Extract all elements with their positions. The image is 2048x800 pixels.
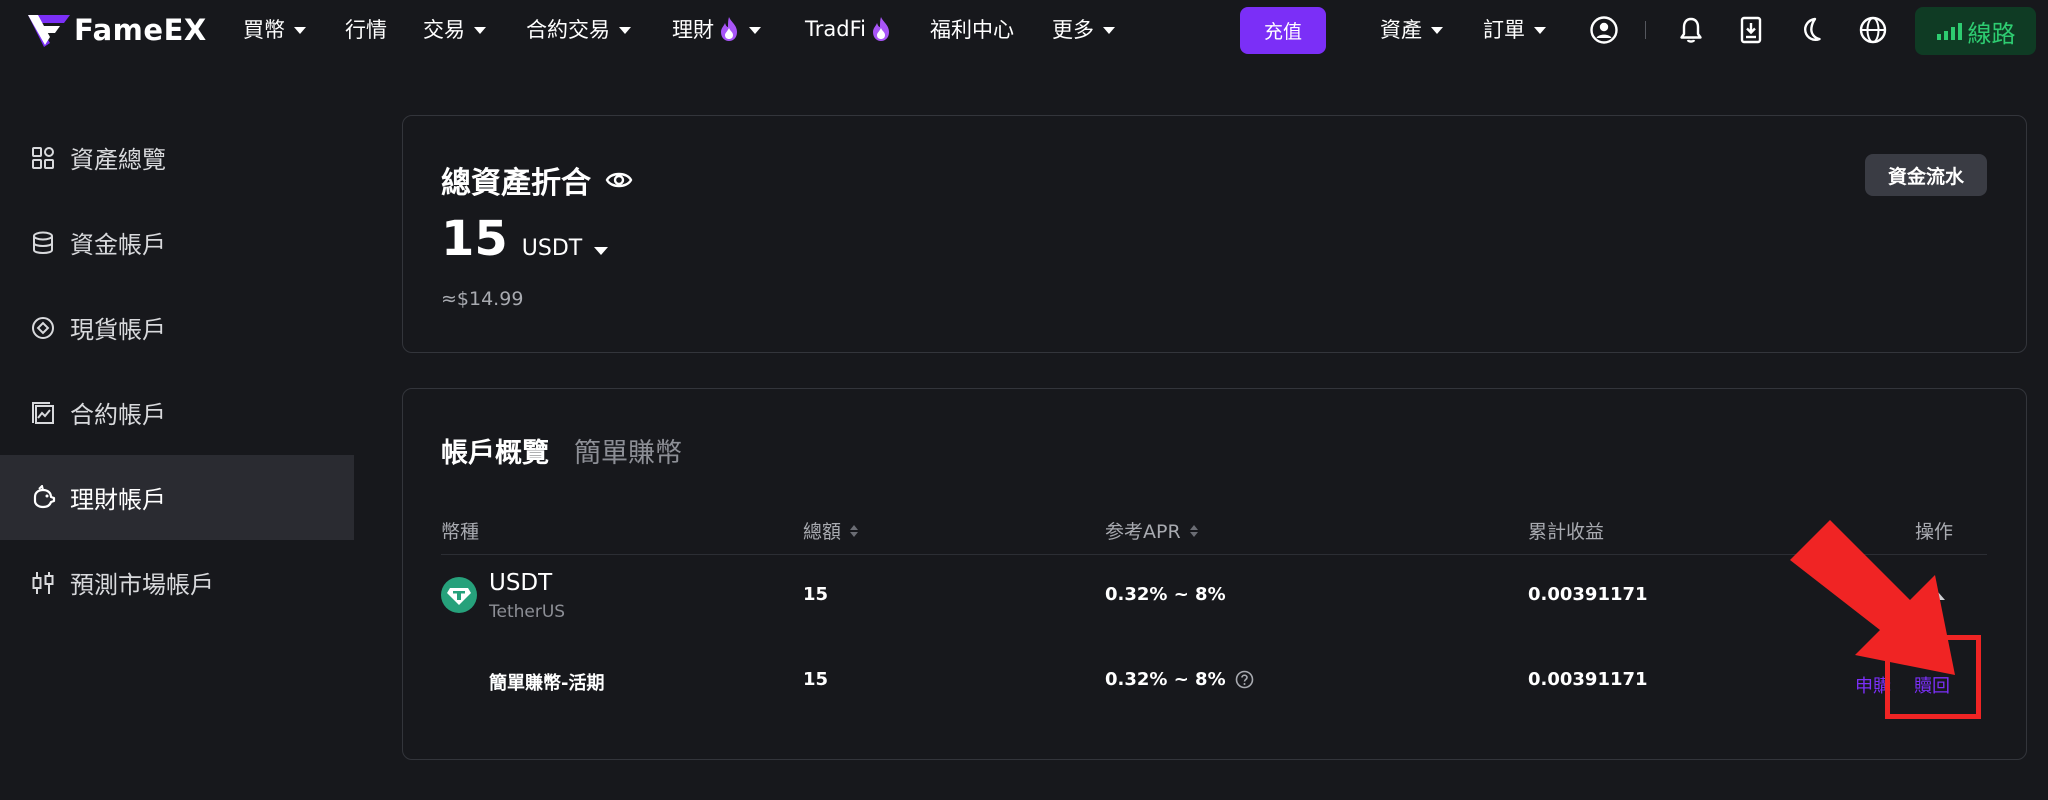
moon-icon[interactable] <box>1796 14 1828 46</box>
product-name: 簡單賺幣-活期 <box>489 673 605 694</box>
balance-value: 15 <box>441 211 508 267</box>
logo-text: FameEX <box>74 13 207 47</box>
nav-tradfi[interactable]: TradFi <box>805 14 892 44</box>
nav-buy-crypto-label: 買幣 <box>243 18 285 42</box>
column-header-total[interactable]: 總額 <box>803 517 859 544</box>
subrow-earnings: 0.00391171 <box>1528 669 1648 690</box>
column-header-apr[interactable]: 参考APR <box>1105 517 1198 544</box>
sort-icon[interactable] <box>850 524 859 537</box>
grid-icon <box>30 145 56 171</box>
chevron-down-icon <box>474 26 486 34</box>
sidebar-item-futures-account[interactable]: 合約帳戶 <box>0 370 354 455</box>
question-circle-icon[interactable] <box>1235 670 1254 689</box>
sidebar-item-funding-account[interactable]: 資金帳戶 <box>0 200 354 285</box>
chevron-down-icon <box>1103 26 1115 34</box>
nav-trade[interactable]: 交易 <box>423 14 486 44</box>
nav-assets[interactable]: 資產 <box>1380 14 1443 44</box>
nav-trade-label: 交易 <box>423 18 465 42</box>
usdt-icon <box>441 577 477 613</box>
column-header-total-label: 總額 <box>803 521 842 543</box>
coin-full-name: TetherUS <box>489 602 566 622</box>
total-assets-card: 總資產折合 資金流水 15 USDT ≈$14.99 <box>402 115 2027 353</box>
chevron-down-icon <box>294 26 306 34</box>
logo[interactable]: FameEX <box>26 12 207 48</box>
tab-account-overview[interactable]: 帳戶概覽 <box>441 431 549 470</box>
balance-unit-selector[interactable]: USDT <box>522 236 582 261</box>
nav-earn[interactable]: 理財 <box>672 14 761 44</box>
column-header-coin-label: 幣種 <box>441 521 480 543</box>
sort-icon[interactable] <box>1189 524 1198 537</box>
row-apr: 0.32% ~ 8% <box>1105 584 1226 605</box>
chevron-down-icon <box>749 26 761 34</box>
sidebar-item-label: 預測市場帳戶 <box>70 571 214 599</box>
top-navigation: FameEX 買幣 行情 交易 合約交易 理財 TradFi 福利中心 更多 充 <box>0 0 2048 60</box>
nav-buy-crypto[interactable]: 買幣 <box>243 14 306 44</box>
fire-icon <box>721 17 737 41</box>
user-icon[interactable] <box>1588 14 1620 46</box>
annotation-highlight-box <box>1885 635 1981 719</box>
column-header-earnings-label: 累計收益 <box>1528 521 1605 543</box>
nav-markets-label: 行情 <box>345 18 387 42</box>
balance-approx-usd: ≈$14.99 <box>441 288 524 310</box>
table-header-divider <box>441 554 1987 555</box>
nav-rewards-center-label: 福利中心 <box>930 18 1014 42</box>
row-total: 15 <box>803 584 829 605</box>
sidebar-item-label: 理財帳戶 <box>70 486 166 514</box>
fire-icon <box>872 17 889 41</box>
fameex-logo-icon <box>28 15 70 47</box>
chevron-down-icon[interactable] <box>594 247 609 255</box>
target-icon <box>30 315 56 341</box>
nav-assets-label: 資產 <box>1380 18 1422 42</box>
sidebar-item-label: 現貨帳戶 <box>70 316 166 344</box>
download-icon[interactable] <box>1735 14 1767 46</box>
sidebar-item-label: 合約帳戶 <box>70 401 166 429</box>
network-line-button[interactable]: 線路 <box>1915 7 2036 55</box>
column-header-apr-label: 参考APR <box>1105 521 1181 543</box>
sidebar-item-label: 資產總覽 <box>70 146 166 174</box>
nav-markets[interactable]: 行情 <box>345 14 387 44</box>
nav-tradfi-label: TradFi <box>805 17 866 41</box>
column-header-coin: 幣種 <box>441 517 479 544</box>
sidebar-item-label: 資金帳戶 <box>70 231 166 259</box>
row-earnings: 0.00391171 <box>1528 584 1648 605</box>
sidebar-item-spot-account[interactable]: 現貨帳戶 <box>0 285 354 370</box>
nav-orders[interactable]: 訂單 <box>1483 14 1546 44</box>
subrow-apr-text: 0.32% ~ 8% <box>1105 669 1226 690</box>
nav-rewards-center[interactable]: 福利中心 <box>930 14 1014 44</box>
sidebar-item-prediction-market-account[interactable]: 預測市場帳戶 <box>0 540 354 625</box>
eye-icon[interactable] <box>605 169 633 191</box>
header-divider <box>1645 21 1646 39</box>
nav-orders-label: 訂單 <box>1483 18 1525 42</box>
bell-icon[interactable] <box>1675 14 1707 46</box>
database-icon <box>30 230 56 256</box>
chart-icon <box>30 400 56 426</box>
nav-more-label: 更多 <box>1052 18 1094 42</box>
nav-futures-label: 合約交易 <box>526 18 610 42</box>
piggy-bank-icon <box>30 484 56 511</box>
chevron-down-icon <box>1534 26 1546 34</box>
nav-earn-label: 理財 <box>672 18 714 42</box>
candlestick-icon <box>30 570 56 596</box>
total-assets-title: 總資產折合 <box>441 158 633 202</box>
chevron-down-icon <box>619 26 631 34</box>
globe-icon[interactable] <box>1857 14 1889 46</box>
network-line-label: 線路 <box>1967 19 2016 48</box>
nav-more[interactable]: 更多 <box>1052 14 1115 44</box>
total-assets-title-text: 總資產折合 <box>441 166 591 201</box>
subrow-total: 15 <box>803 669 829 690</box>
subrow-apr: 0.32% ~ 8% <box>1105 669 1254 690</box>
deposit-button[interactable]: 充值 <box>1240 7 1326 54</box>
fund-flow-button[interactable]: 資金流水 <box>1865 154 1987 196</box>
signal-icon <box>1936 23 1962 40</box>
column-header-earnings: 累計收益 <box>1528 517 1604 544</box>
tab-simple-earn[interactable]: 簡單賺幣 <box>574 431 682 470</box>
coin-name: USDT <box>489 570 553 596</box>
balance-row: 15 USDT <box>441 211 609 267</box>
chevron-down-icon <box>1431 26 1443 34</box>
sidebar-item-earn-account[interactable]: 理財帳戶 <box>0 455 354 540</box>
nav-futures[interactable]: 合約交易 <box>526 14 631 44</box>
sidebar-item-asset-overview[interactable]: 資產總覽 <box>0 115 354 200</box>
